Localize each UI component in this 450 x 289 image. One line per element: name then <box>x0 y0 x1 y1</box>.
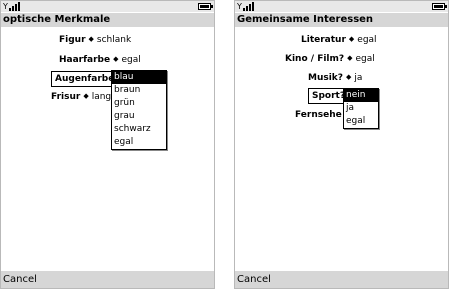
diamond-arrow-icon: ◆ <box>113 55 119 63</box>
diamond-arrow-icon: ◆ <box>346 73 352 81</box>
softkey-bar: Cancel <box>235 271 448 288</box>
battery-icon <box>198 3 213 10</box>
diamond-arrow-icon: ◆ <box>347 54 353 62</box>
field-augenfarbe[interactable]: Augenfarbe <box>51 71 119 87</box>
field-label: Haarfarbe <box>59 55 111 65</box>
popup-option[interactable]: blau <box>112 71 166 84</box>
status-bar: Y <box>1 1 214 12</box>
field-kino-film[interactable]: Kino / Film? ◆ egal <box>285 52 375 65</box>
popup-option[interactable]: egal <box>344 115 378 128</box>
field-value: schlank <box>96 35 132 45</box>
form-content: Figur ◆ schlank Haarfarbe ◆ egal Augenfarbe … <box>1 27 214 273</box>
signal-strength-icon: Y <box>3 2 20 11</box>
screen-title: optische Merkmale <box>1 13 214 27</box>
battery-icon <box>432 3 447 10</box>
popup-option[interactable]: egal <box>112 136 166 149</box>
diamond-arrow-icon: ◆ <box>83 92 89 100</box>
field-label: Augenfarbe <box>55 74 115 84</box>
field-frisur[interactable]: Frisur ◆ lang <box>51 90 111 103</box>
field-label: Literatur <box>301 35 346 45</box>
form-content: Literatur ◆ egal Kino / Film? ◆ egal Musik? ◆… <box>235 27 448 273</box>
svg-text:Y: Y <box>237 2 242 11</box>
popup-option[interactable]: grün <box>112 97 166 110</box>
popup-option[interactable]: nein <box>344 89 378 102</box>
popup-option[interactable]: braun <box>112 84 166 97</box>
field-musik[interactable]: Musik? ◆ ja <box>308 71 362 84</box>
field-label: Musik? <box>308 73 344 83</box>
field-label: Frisur <box>51 92 81 102</box>
diamond-arrow-icon: ◆ <box>348 35 355 43</box>
field-value: egal <box>357 35 377 45</box>
popup-option[interactable]: ja <box>344 102 378 115</box>
choice-popup[interactable]: blau braun grün grau schwarz egal <box>111 70 167 150</box>
field-value: lang <box>91 92 112 102</box>
choice-popup[interactable]: nein ja egal <box>343 88 379 129</box>
field-literatur[interactable]: Literatur ◆ egal <box>301 33 377 46</box>
softkey-bar: Cancel <box>1 271 214 288</box>
field-label: Figur <box>59 35 86 45</box>
signal-strength-icon: Y <box>237 2 254 11</box>
field-value: ja <box>354 73 363 83</box>
field-label: Fernsehe <box>295 110 342 120</box>
field-label: Sport? <box>312 91 346 101</box>
field-label: Kino / Film? <box>285 54 345 64</box>
phone-screen-right: Y Gemeinsame Interessen Literatur ◆ egal K… <box>234 0 449 289</box>
field-figur[interactable]: Figur ◆ schlank <box>59 33 131 46</box>
popup-option[interactable]: schwarz <box>112 123 166 136</box>
svg-text:Y: Y <box>3 2 8 11</box>
field-haarfarbe[interactable]: Haarfarbe ◆ egal <box>59 53 141 66</box>
cancel-softkey[interactable]: Cancel <box>237 274 271 285</box>
diamond-arrow-icon: ◆ <box>88 35 94 43</box>
field-value: egal <box>355 54 375 64</box>
cancel-softkey[interactable]: Cancel <box>3 274 37 285</box>
phone-screen-left: Y optische Merkmale Figur ◆ schlank Haarfa… <box>0 0 215 289</box>
popup-option[interactable]: grau <box>112 110 166 123</box>
status-bar: Y <box>235 1 448 12</box>
screen-title: Gemeinsame Interessen <box>235 13 448 27</box>
field-value: egal <box>121 55 141 65</box>
